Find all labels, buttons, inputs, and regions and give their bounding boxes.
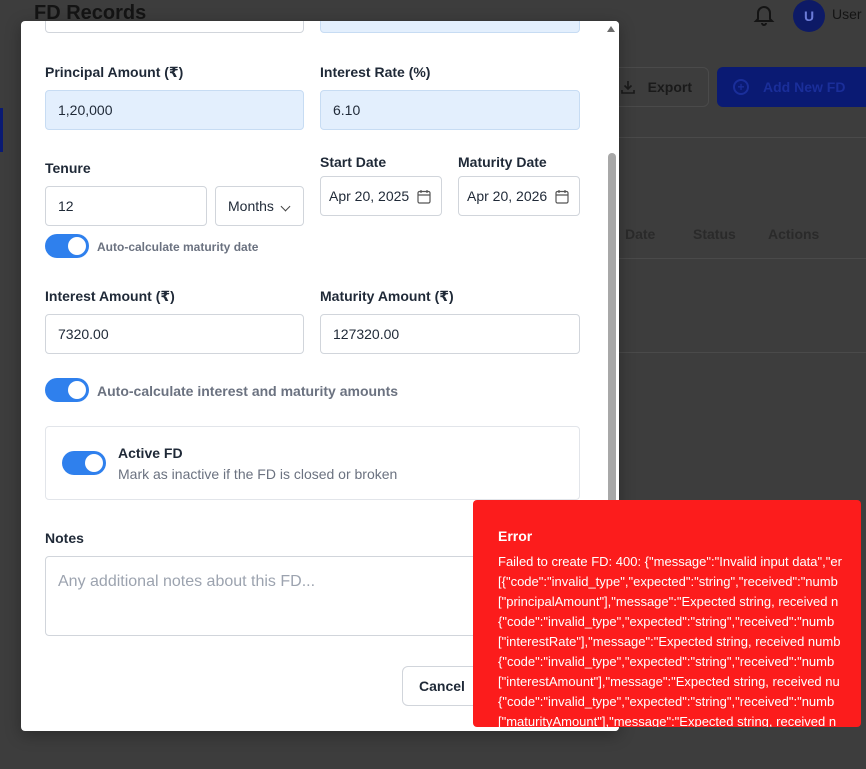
auto-amounts-label: Auto-calculate interest and maturity amo… [97, 383, 399, 399]
active-fd-subtitle: Mark as inactive if the FD is closed or … [118, 466, 398, 482]
interest-amount-input[interactable]: 7320.00 [45, 314, 304, 354]
calendar-icon[interactable] [417, 189, 431, 204]
principal-input[interactable]: 1,20,000 [45, 90, 304, 130]
scroll-up-arrow-icon[interactable] [607, 26, 615, 32]
auto-amounts-toggle[interactable] [45, 378, 89, 402]
notes-label: Notes [45, 530, 84, 546]
error-title: Error [498, 528, 533, 544]
user-name: User [832, 6, 862, 22]
avatar[interactable]: U [793, 0, 825, 32]
tenure-unit-select[interactable]: Months [215, 186, 304, 226]
error-message: Failed to create FD: 400: {"message":"In… [498, 554, 842, 727]
tenure-value: 12 [58, 198, 74, 214]
start-date-label: Start Date [320, 154, 387, 170]
export-label: Export [647, 79, 692, 95]
interest-amount-value: 7320.00 [58, 326, 109, 342]
maturity-date-input[interactable]: Apr 20, 2026 [458, 176, 580, 216]
active-fd-panel: Active FD Mark as inactive if the FD is … [45, 426, 580, 500]
tenure-input[interactable]: 12 [45, 186, 207, 226]
active-fd-title: Active FD [118, 445, 183, 461]
bell-icon[interactable] [752, 2, 776, 26]
clipped-input-right[interactable] [320, 21, 580, 33]
table-header-status: Status [693, 226, 736, 242]
principal-value: 1,20,000 [58, 102, 113, 118]
principal-label: Principal Amount (₹) [45, 64, 184, 80]
download-icon [621, 81, 635, 94]
maturity-amount-value: 127320.00 [333, 326, 400, 342]
start-date-input[interactable]: Apr 20, 2025 [320, 176, 442, 216]
interest-rate-value: 6.10 [333, 102, 361, 118]
add-fd-button[interactable]: + Add New FD [717, 67, 866, 107]
scrollbar-thumb[interactable] [608, 153, 616, 513]
records-table-card [612, 137, 866, 353]
calendar-icon[interactable] [555, 189, 569, 204]
maturity-amount-label: Maturity Amount (₹) [320, 288, 454, 304]
interest-rate-label: Interest Rate (%) [320, 64, 431, 80]
error-toast[interactable]: Error Failed to create FD: 400: {"messag… [473, 500, 861, 727]
notes-placeholder: Any additional notes about this FD... [58, 573, 316, 590]
table-header-actions: Actions [768, 226, 820, 242]
tenure-label: Tenure [45, 160, 91, 176]
table-header-date: Date [625, 226, 656, 242]
sidebar-active-indicator [0, 108, 3, 152]
table-divider [612, 258, 866, 259]
cancel-button[interactable]: Cancel [402, 666, 482, 706]
maturity-date-value: Apr 20, 2026 [467, 188, 548, 204]
interest-rate-input[interactable]: 6.10 [320, 90, 580, 130]
plus-circle-icon: + [733, 79, 749, 95]
maturity-date-label: Maturity Date [458, 154, 547, 170]
chevron-down-icon [280, 201, 291, 212]
tenure-unit-value: Months [228, 198, 274, 214]
auto-maturity-label: Auto-calculate maturity date [97, 240, 259, 254]
interest-amount-label: Interest Amount (₹) [45, 288, 175, 304]
export-button[interactable]: Export [607, 67, 709, 107]
add-fd-label: Add New FD [763, 79, 846, 95]
notes-textarea[interactable]: Any additional notes about this FD... [45, 556, 515, 636]
active-fd-toggle[interactable] [62, 451, 106, 475]
start-date-value: Apr 20, 2025 [329, 188, 410, 204]
auto-maturity-toggle[interactable] [45, 234, 89, 258]
maturity-amount-input[interactable]: 127320.00 [320, 314, 580, 354]
clipped-input-left[interactable] [45, 21, 304, 33]
